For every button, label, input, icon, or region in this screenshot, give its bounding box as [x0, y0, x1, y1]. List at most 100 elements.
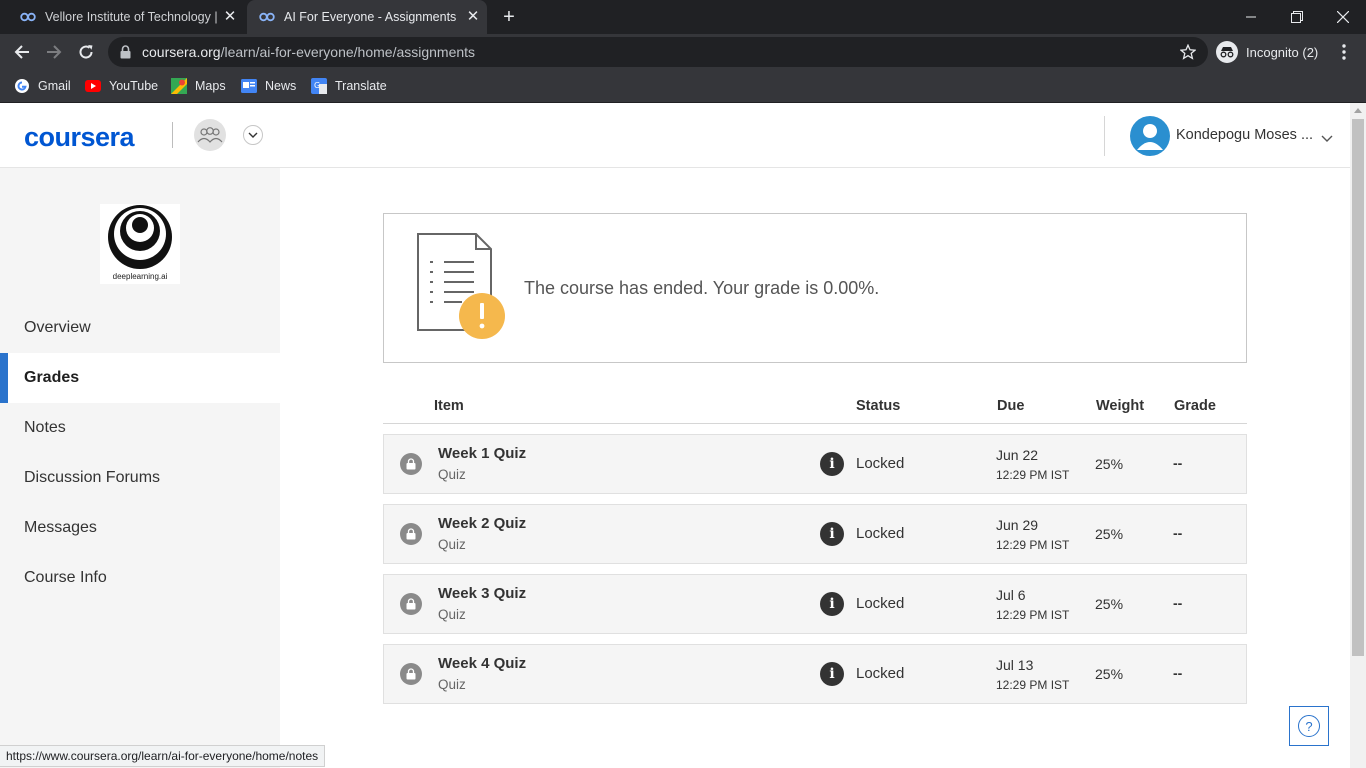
tab-close-icon[interactable]: ✕ [222, 9, 238, 25]
course-sidebar: deeplearning.ai Overview Grades Notes Di… [0, 168, 280, 768]
group-users-icon[interactable] [194, 119, 226, 151]
tab-title: AI For Everyone - Assignments | C [284, 10, 460, 24]
coursera-page: coursera Kondepogu Moses ... deeplearnin… [0, 103, 1350, 768]
forward-arrow-icon[interactable] [42, 40, 66, 64]
grades-table-header: Item Status Due Weight Grade [383, 389, 1247, 424]
sidebar-item-notes[interactable]: Notes [0, 403, 280, 453]
sidebar-item-course-info[interactable]: Course Info [0, 553, 280, 603]
restore-icon[interactable] [1274, 0, 1320, 34]
user-name[interactable]: Kondepogu Moses ... [1176, 127, 1313, 143]
bookmark-translate[interactable]: G Translate [311, 76, 387, 96]
document-warning-icon [416, 232, 508, 347]
due-time: 12:29 PM IST [996, 608, 1070, 622]
item-type: Quiz [438, 677, 466, 692]
due-date: Jun 29 [996, 517, 1039, 533]
bookmark-label: Translate [335, 79, 387, 93]
due-time: 12:29 PM IST [996, 678, 1070, 692]
table-row[interactable]: Week 2 Quiz Quiz i Locked Jun 29 12:29 P… [383, 504, 1247, 564]
sidebar-item-discussion-forums[interactable]: Discussion Forums [0, 453, 280, 503]
page-scrollbar[interactable] [1350, 103, 1366, 768]
column-header-due: Due [997, 398, 1025, 414]
info-icon[interactable]: i [820, 452, 844, 476]
item-grade: -- [1173, 525, 1183, 541]
course-status-message: The course has ended. Your grade is 0.00… [524, 278, 880, 298]
column-header-status: Status [856, 398, 901, 414]
browser-tab-vit[interactable]: Vellore Institute of Technology | C ✕ [8, 0, 244, 34]
item-type: Quiz [438, 467, 466, 482]
table-row[interactable]: Week 1 Quiz Quiz i Locked Jun 22 12:29 P… [383, 434, 1247, 494]
window-close-icon[interactable] [1320, 0, 1366, 34]
coursera-favicon-icon [20, 9, 36, 25]
bookmark-news[interactable]: News [241, 76, 296, 96]
reload-icon[interactable] [74, 40, 98, 64]
header-divider [1104, 116, 1105, 156]
deeplearning-ai-logo-icon [108, 205, 172, 269]
google-icon [14, 78, 30, 94]
bookmark-label: Maps [195, 79, 226, 93]
news-icon [241, 78, 257, 94]
item-name[interactable]: Week 2 Quiz [438, 515, 526, 532]
item-status: Locked [856, 665, 905, 682]
item-status: Locked [856, 525, 905, 542]
item-name[interactable]: Week 3 Quiz [438, 585, 526, 602]
incognito-icon [1216, 41, 1238, 63]
lock-icon [400, 593, 422, 615]
help-button[interactable]: ? [1289, 706, 1329, 746]
browser-tab-ai-for-everyone[interactable]: AI For Everyone - Assignments | C ✕ [247, 0, 487, 34]
browser-menu-icon[interactable] [1336, 43, 1352, 61]
sidebar-item-grades[interactable]: Grades [0, 353, 280, 403]
tab-close-icon[interactable]: ✕ [465, 9, 481, 25]
tab-title: Vellore Institute of Technology | C [45, 10, 221, 24]
bookmark-maps[interactable]: Maps [171, 76, 226, 96]
item-name[interactable]: Week 4 Quiz [438, 655, 526, 672]
chevron-down-icon[interactable] [1321, 130, 1333, 148]
table-row[interactable]: Week 3 Quiz Quiz i Locked Jul 6 12:29 PM… [383, 574, 1247, 634]
item-grade: -- [1173, 455, 1183, 471]
bookmark-star-icon[interactable] [1179, 43, 1197, 65]
scrollbar-thumb[interactable] [1352, 119, 1364, 656]
sidebar-item-overview[interactable]: Overview [0, 303, 280, 353]
browser-tabstrip: Vellore Institute of Technology | C ✕ AI… [0, 0, 1366, 34]
column-header-grade: Grade [1174, 398, 1216, 414]
bookmark-gmail[interactable]: Gmail [14, 76, 71, 96]
browser-toolbar: coursera.org/learn/ai-for-everyone/home/… [0, 34, 1366, 70]
chevron-down-icon[interactable] [243, 125, 263, 145]
url-host: coursera.org [142, 44, 221, 60]
coursera-logo[interactable]: coursera [24, 122, 135, 153]
youtube-icon [85, 78, 101, 94]
item-weight: 25% [1095, 666, 1124, 682]
back-arrow-icon[interactable] [10, 40, 34, 64]
user-avatar[interactable] [1130, 116, 1170, 156]
site-header: coursera Kondepogu Moses ... [0, 103, 1350, 168]
info-icon[interactable]: i [820, 522, 844, 546]
scroll-up-icon[interactable] [1354, 108, 1362, 113]
new-tab-icon[interactable]: + [499, 7, 519, 27]
table-row[interactable]: Week 4 Quiz Quiz i Locked Jul 13 12:29 P… [383, 644, 1247, 704]
address-bar[interactable]: coursera.org/learn/ai-for-everyone/home/… [108, 37, 1208, 67]
item-status: Locked [856, 595, 905, 612]
item-name[interactable]: Week 1 Quiz [438, 445, 526, 462]
sidebar-item-messages[interactable]: Messages [0, 503, 280, 553]
url-text: coursera.org/learn/ai-for-everyone/home/… [142, 44, 475, 60]
partner-logo[interactable]: deeplearning.ai [100, 204, 180, 284]
lock-icon [400, 453, 422, 475]
coursera-favicon-icon [259, 9, 275, 25]
bookmarks-bar: Gmail YouTube Maps News G Translate [0, 70, 1366, 103]
info-icon[interactable]: i [820, 592, 844, 616]
incognito-indicator[interactable]: Incognito (2) [1216, 39, 1318, 65]
partner-name: deeplearning.ai [112, 272, 168, 281]
bookmark-youtube[interactable]: YouTube [85, 76, 158, 96]
padlock-icon [120, 45, 131, 64]
due-date: Jul 6 [996, 587, 1026, 603]
due-time: 12:29 PM IST [996, 538, 1070, 552]
info-icon[interactable]: i [820, 662, 844, 686]
maps-icon [171, 78, 187, 94]
item-grade: -- [1173, 665, 1183, 681]
lock-icon [400, 663, 422, 685]
item-type: Quiz [438, 607, 466, 622]
translate-icon: G [311, 78, 327, 94]
due-date: Jun 22 [996, 447, 1039, 463]
minimize-icon[interactable] [1228, 0, 1274, 34]
item-weight: 25% [1095, 456, 1124, 472]
course-ended-banner: The course has ended. Your grade is 0.00… [383, 213, 1247, 363]
